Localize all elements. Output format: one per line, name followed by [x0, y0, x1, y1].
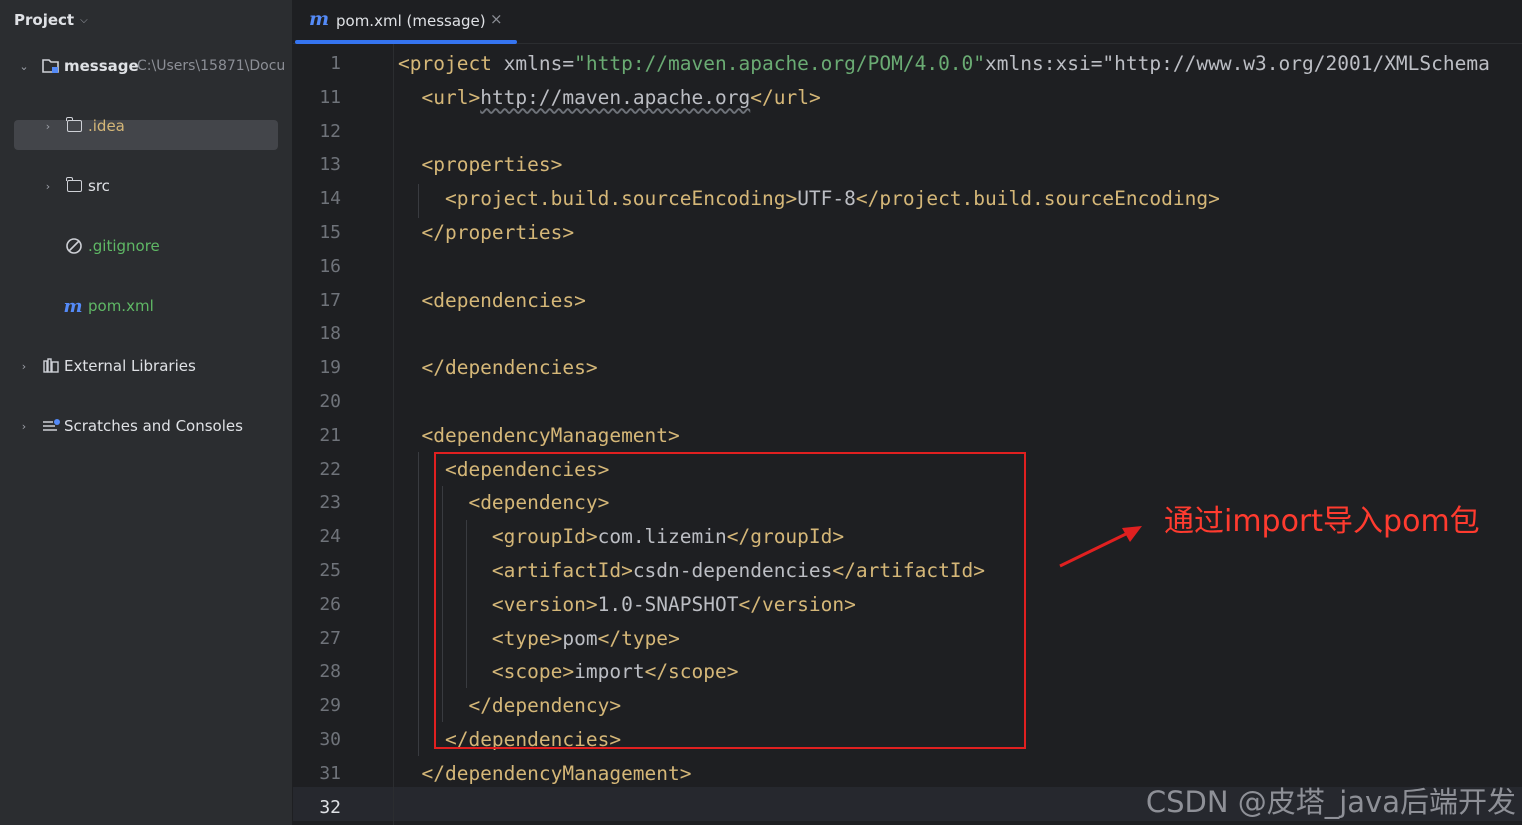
chevron-right-icon[interactable]: ›: [42, 120, 54, 133]
maven-file-icon: m: [63, 295, 83, 317]
annotation-arrow-icon: [1059, 526, 1142, 568]
code-line[interactable]: 1 <project xmlns="http://maven.apache.org…: [293, 47, 1522, 81]
line-number: 1: [330, 53, 341, 74]
module-folder-icon: [41, 56, 61, 76]
close-icon[interactable]: ×: [490, 10, 503, 28]
chevron-right-icon[interactable]: ›: [42, 180, 54, 193]
line-number: 22: [319, 458, 341, 480]
code-line[interactable]: 14 <project.build.sourceEncoding>UTF-8</…: [293, 182, 1522, 216]
maven-file-icon: m: [309, 8, 330, 30]
line-number: 21: [319, 424, 341, 446]
folder-icon: [64, 116, 84, 136]
line-number: 19: [319, 357, 341, 379]
project-panel-header[interactable]: Project ⌵: [14, 9, 88, 31]
code-text: <properties>: [421, 153, 563, 177]
code-line[interactable]: 19 </dependencies>: [293, 351, 1522, 385]
line-number: 29: [319, 695, 341, 717]
code-text: <url>http://maven.apache.org</url>: [421, 85, 821, 109]
tree-item-external-libraries[interactable]: › External Libraries: [0, 351, 292, 381]
code-line[interactable]: 15 </properties>: [293, 216, 1522, 250]
tree-item-message[interactable]: ⌄ message C:\Users\15871\Docu: [0, 51, 292, 81]
line-number: 11: [319, 86, 341, 108]
code-line[interactable]: 21 <dependencyManagement>: [293, 419, 1522, 453]
folder-icon: [64, 176, 84, 196]
code-text: <project xmlns="http://maven.apache.org/…: [398, 52, 1490, 75]
code-text: </properties>: [421, 221, 575, 244]
tree-item-label: Scratches and Consoles: [64, 417, 243, 435]
line-number: 13: [319, 154, 341, 176]
chevron-down-icon[interactable]: ⌄: [18, 60, 30, 73]
tree-item-gitignore[interactable]: .gitignore: [0, 231, 292, 261]
tree-item-label: pom.xml: [88, 297, 154, 315]
red-highlight-box: [434, 452, 1026, 749]
libraries-icon: [41, 356, 61, 376]
code-line[interactable]: 13 <properties>: [293, 148, 1522, 182]
line-number: 16: [319, 255, 341, 277]
tree-item-src[interactable]: › src: [0, 171, 292, 201]
line-number: 15: [319, 222, 341, 243]
tree-item-label: External Libraries: [64, 357, 196, 375]
line-number: 12: [319, 120, 341, 142]
code-text: </dependencyManagement>: [421, 761, 692, 785]
tree-item-label: .idea: [88, 117, 125, 135]
code-text: <dependencyManagement>: [421, 423, 680, 447]
line-number: 26: [319, 593, 341, 615]
tree-item-label: src: [88, 177, 110, 195]
line-number: 24: [319, 526, 341, 548]
ignore-file-icon: [64, 236, 84, 256]
line-number: 17: [319, 289, 341, 311]
tree-item-label: .gitignore: [88, 237, 160, 255]
scratches-icon: [41, 416, 61, 436]
line-number: 27: [319, 627, 341, 649]
code-text: <dependencies>: [421, 288, 586, 312]
annotation-text: 通过import导入pom包: [1164, 504, 1480, 539]
code-line[interactable]: 12: [293, 115, 1522, 149]
line-number: 30: [319, 729, 341, 750]
chevron-right-icon[interactable]: ›: [18, 360, 30, 373]
line-number: 14: [319, 188, 341, 210]
chevron-right-icon[interactable]: ›: [18, 420, 30, 433]
line-number: 28: [319, 661, 341, 683]
project-panel-title: Project: [14, 11, 75, 29]
line-number: 31: [319, 762, 341, 784]
project-tree: ⌄ message C:\Users\15871\Docu › .idea › …: [0, 51, 292, 435]
line-number: 20: [319, 391, 341, 412]
line-number: 25: [319, 560, 341, 581]
code-line[interactable]: 18: [293, 317, 1522, 351]
code-text: <project.build.sourceEncoding>UTF-8</pro…: [444, 187, 1220, 211]
line-number: 18: [319, 323, 341, 345]
csdn-watermark: CSDN @皮塔_java后端开发: [1145, 785, 1516, 819]
code-line[interactable]: 11 <url>http://maven.apache.org</url>: [293, 81, 1522, 115]
tree-item-idea[interactable]: › .idea: [0, 111, 292, 141]
chevron-down-icon[interactable]: ⌵: [80, 15, 88, 26]
line-number: 32: [319, 796, 341, 818]
code-text: </dependencies>: [421, 356, 598, 380]
code-line[interactable]: 20: [293, 385, 1522, 419]
tree-item-label: message: [64, 57, 139, 75]
tab-label: pom.xml (message): [336, 12, 486, 30]
tree-item-scratches[interactable]: › Scratches and Consoles: [0, 411, 292, 441]
tree-item-path: C:\Users\15871\Docu: [137, 58, 286, 74]
editor-tab-bar: m pom.xml (message) ×: [293, 0, 1522, 44]
code-line[interactable]: 17 <dependencies>: [293, 284, 1522, 318]
project-panel: Project ⌵ ⌄ message C:\Users\15871\Docu …: [0, 0, 292, 825]
line-number: 23: [319, 492, 341, 514]
code-line[interactable]: 16: [293, 250, 1522, 284]
tab-pom-xml[interactable]: m pom.xml (message) ×: [293, 0, 517, 44]
tree-item-pom-xml[interactable]: m pom.xml: [0, 291, 292, 321]
